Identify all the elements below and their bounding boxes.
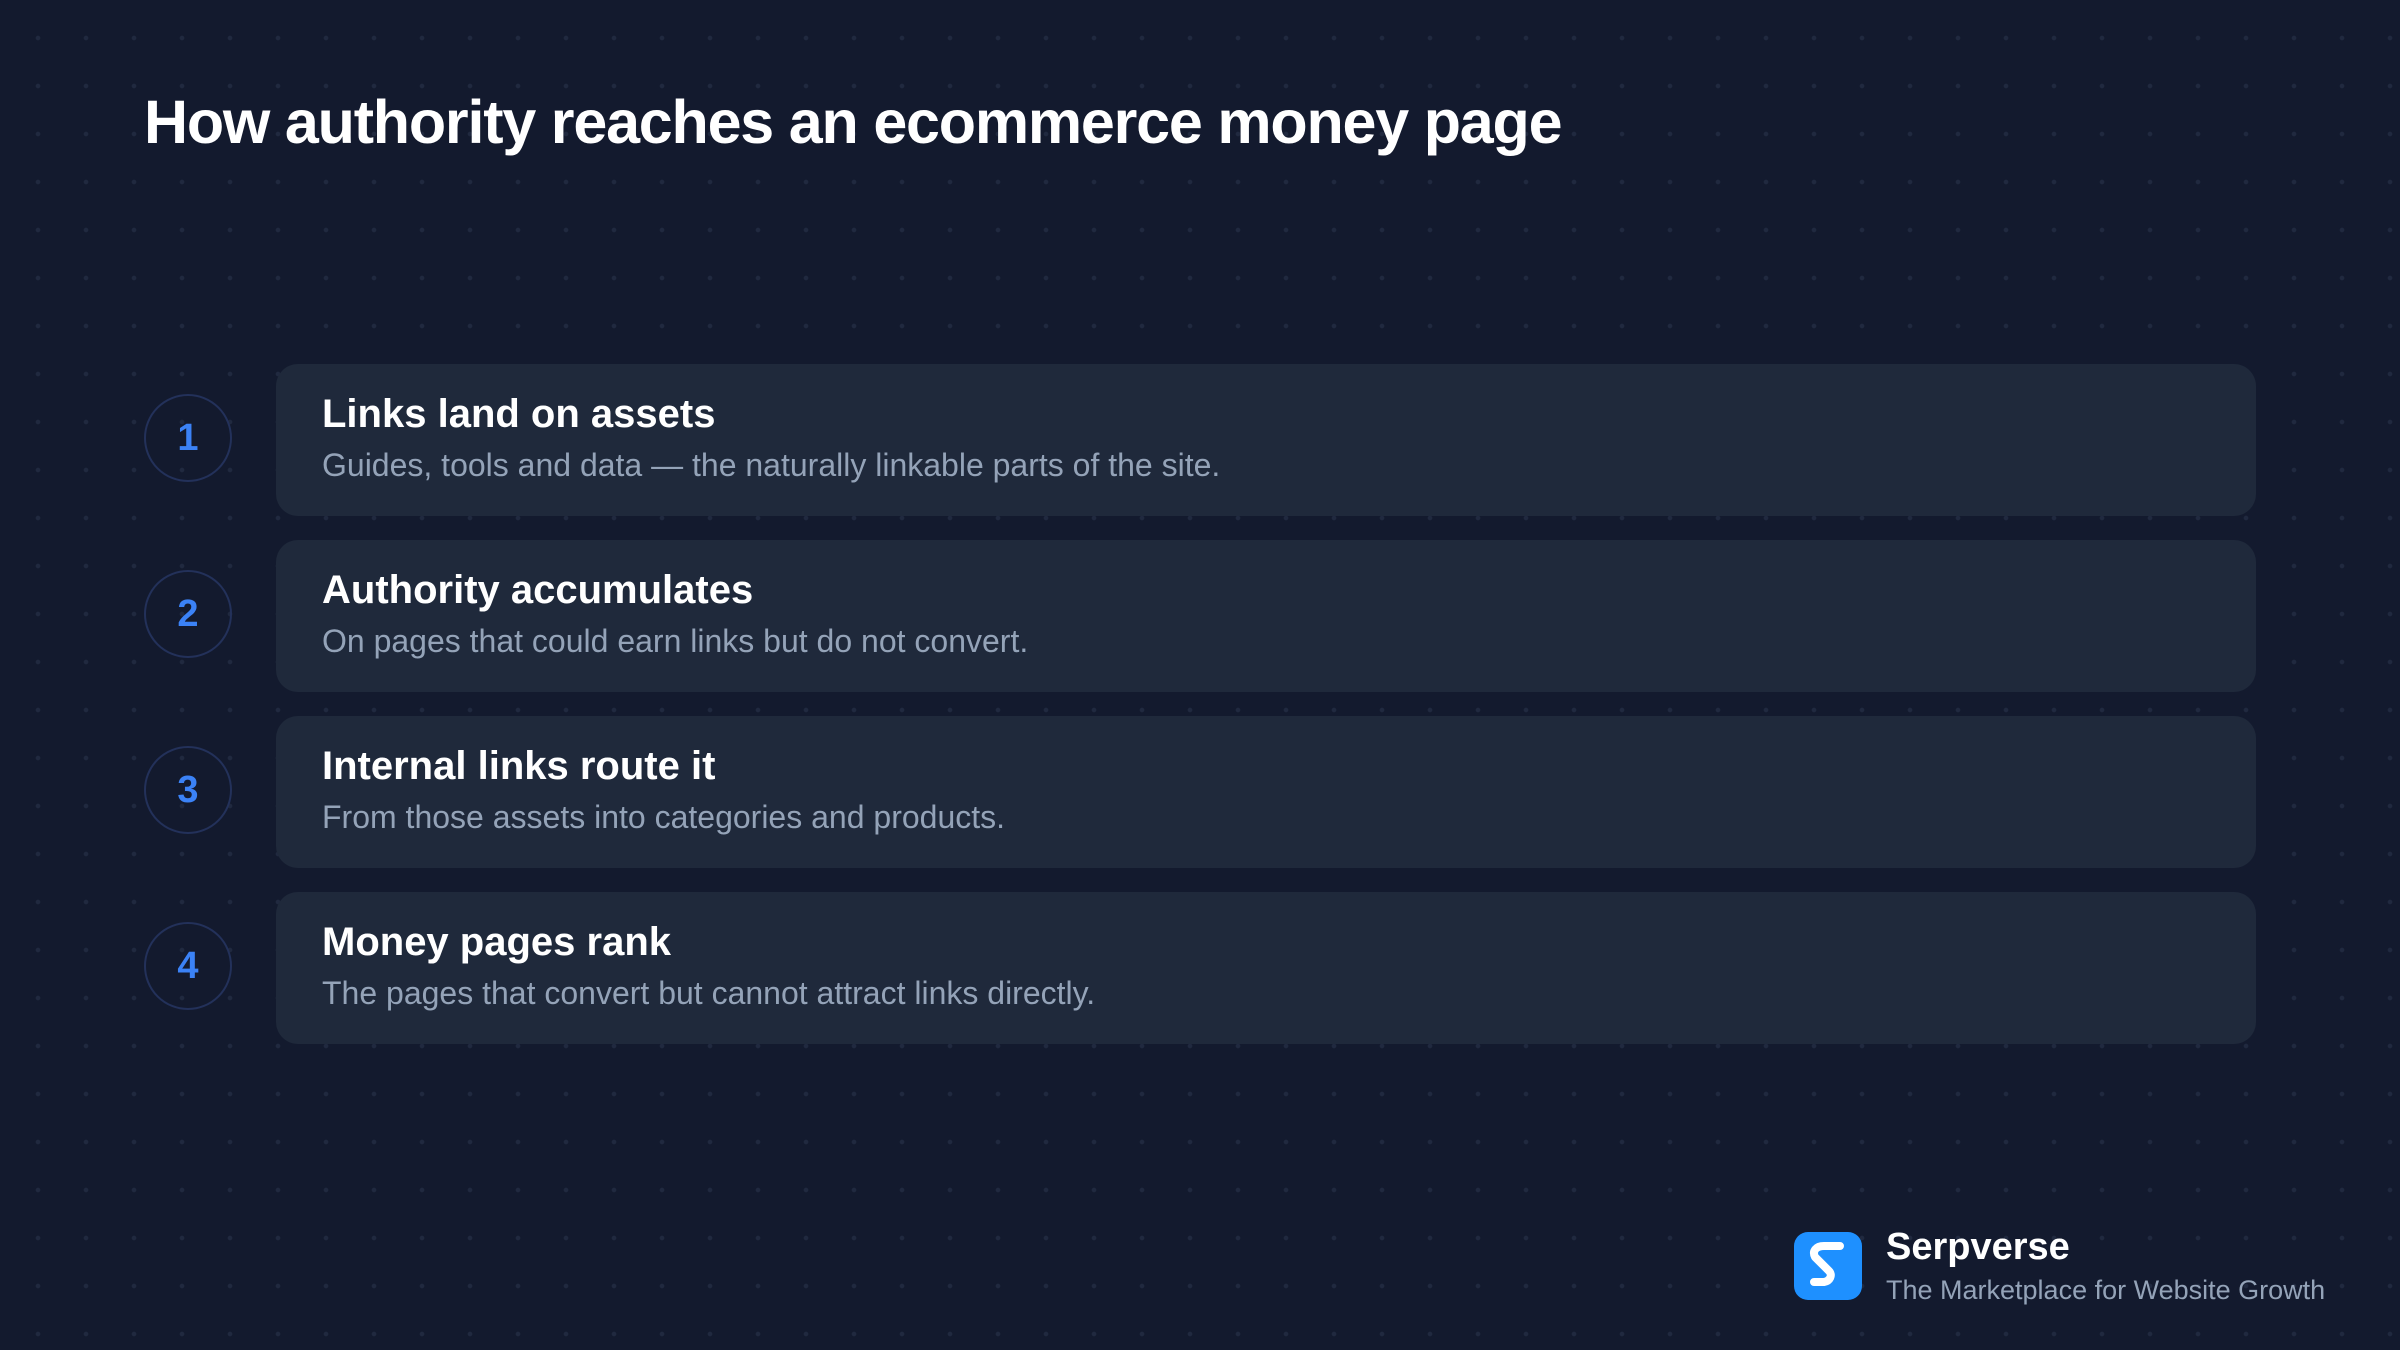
step-description: On pages that could earn links but do no…	[322, 623, 1029, 659]
brand-text: Serpverse The Marketplace for Website Gr…	[1886, 1226, 2325, 1306]
step-3: 3 Internal links route it From those ass…	[144, 716, 2256, 868]
brand-block: Serpverse The Marketplace for Website Gr…	[1794, 1226, 2325, 1306]
brand-name: Serpverse	[1886, 1226, 2070, 1268]
step-number-badge: 1	[144, 394, 232, 482]
serpverse-logo-icon	[1794, 1232, 1862, 1301]
step-title: Links land on assets	[322, 392, 716, 436]
step-1: 1 Links land on assets Guides, tools and…	[144, 364, 2256, 516]
step-card: Internal links route it From those asset…	[276, 716, 2256, 868]
step-description: From those assets into categories and pr…	[322, 799, 1006, 835]
step-card: Money pages rank The pages that convert …	[276, 892, 2256, 1044]
step-card: Authority accumulates On pages that coul…	[276, 540, 2256, 692]
step-description: Guides, tools and data — the naturally l…	[322, 447, 1221, 483]
step-number-badge: 2	[144, 570, 232, 658]
step-4: 4 Money pages rank The pages that conver…	[144, 892, 2256, 1044]
step-description: The pages that convert but cannot attrac…	[322, 975, 1096, 1011]
step-title: Money pages rank	[322, 920, 672, 964]
step-title: Authority accumulates	[322, 568, 754, 612]
step-card: Links land on assets Guides, tools and d…	[276, 364, 2256, 516]
brand-tagline: The Marketplace for Website Growth	[1886, 1274, 2326, 1305]
step-title: Internal links route it	[322, 744, 716, 788]
step-2: 2 Authority accumulates On pages that co…	[144, 540, 2256, 692]
page-title: How authority reaches an ecommerce money…	[144, 88, 1563, 156]
step-number-badge: 4	[144, 922, 232, 1010]
step-number-badge: 3	[144, 746, 232, 834]
steps-list: 1 Links land on assets Guides, tools and…	[144, 364, 2256, 1068]
